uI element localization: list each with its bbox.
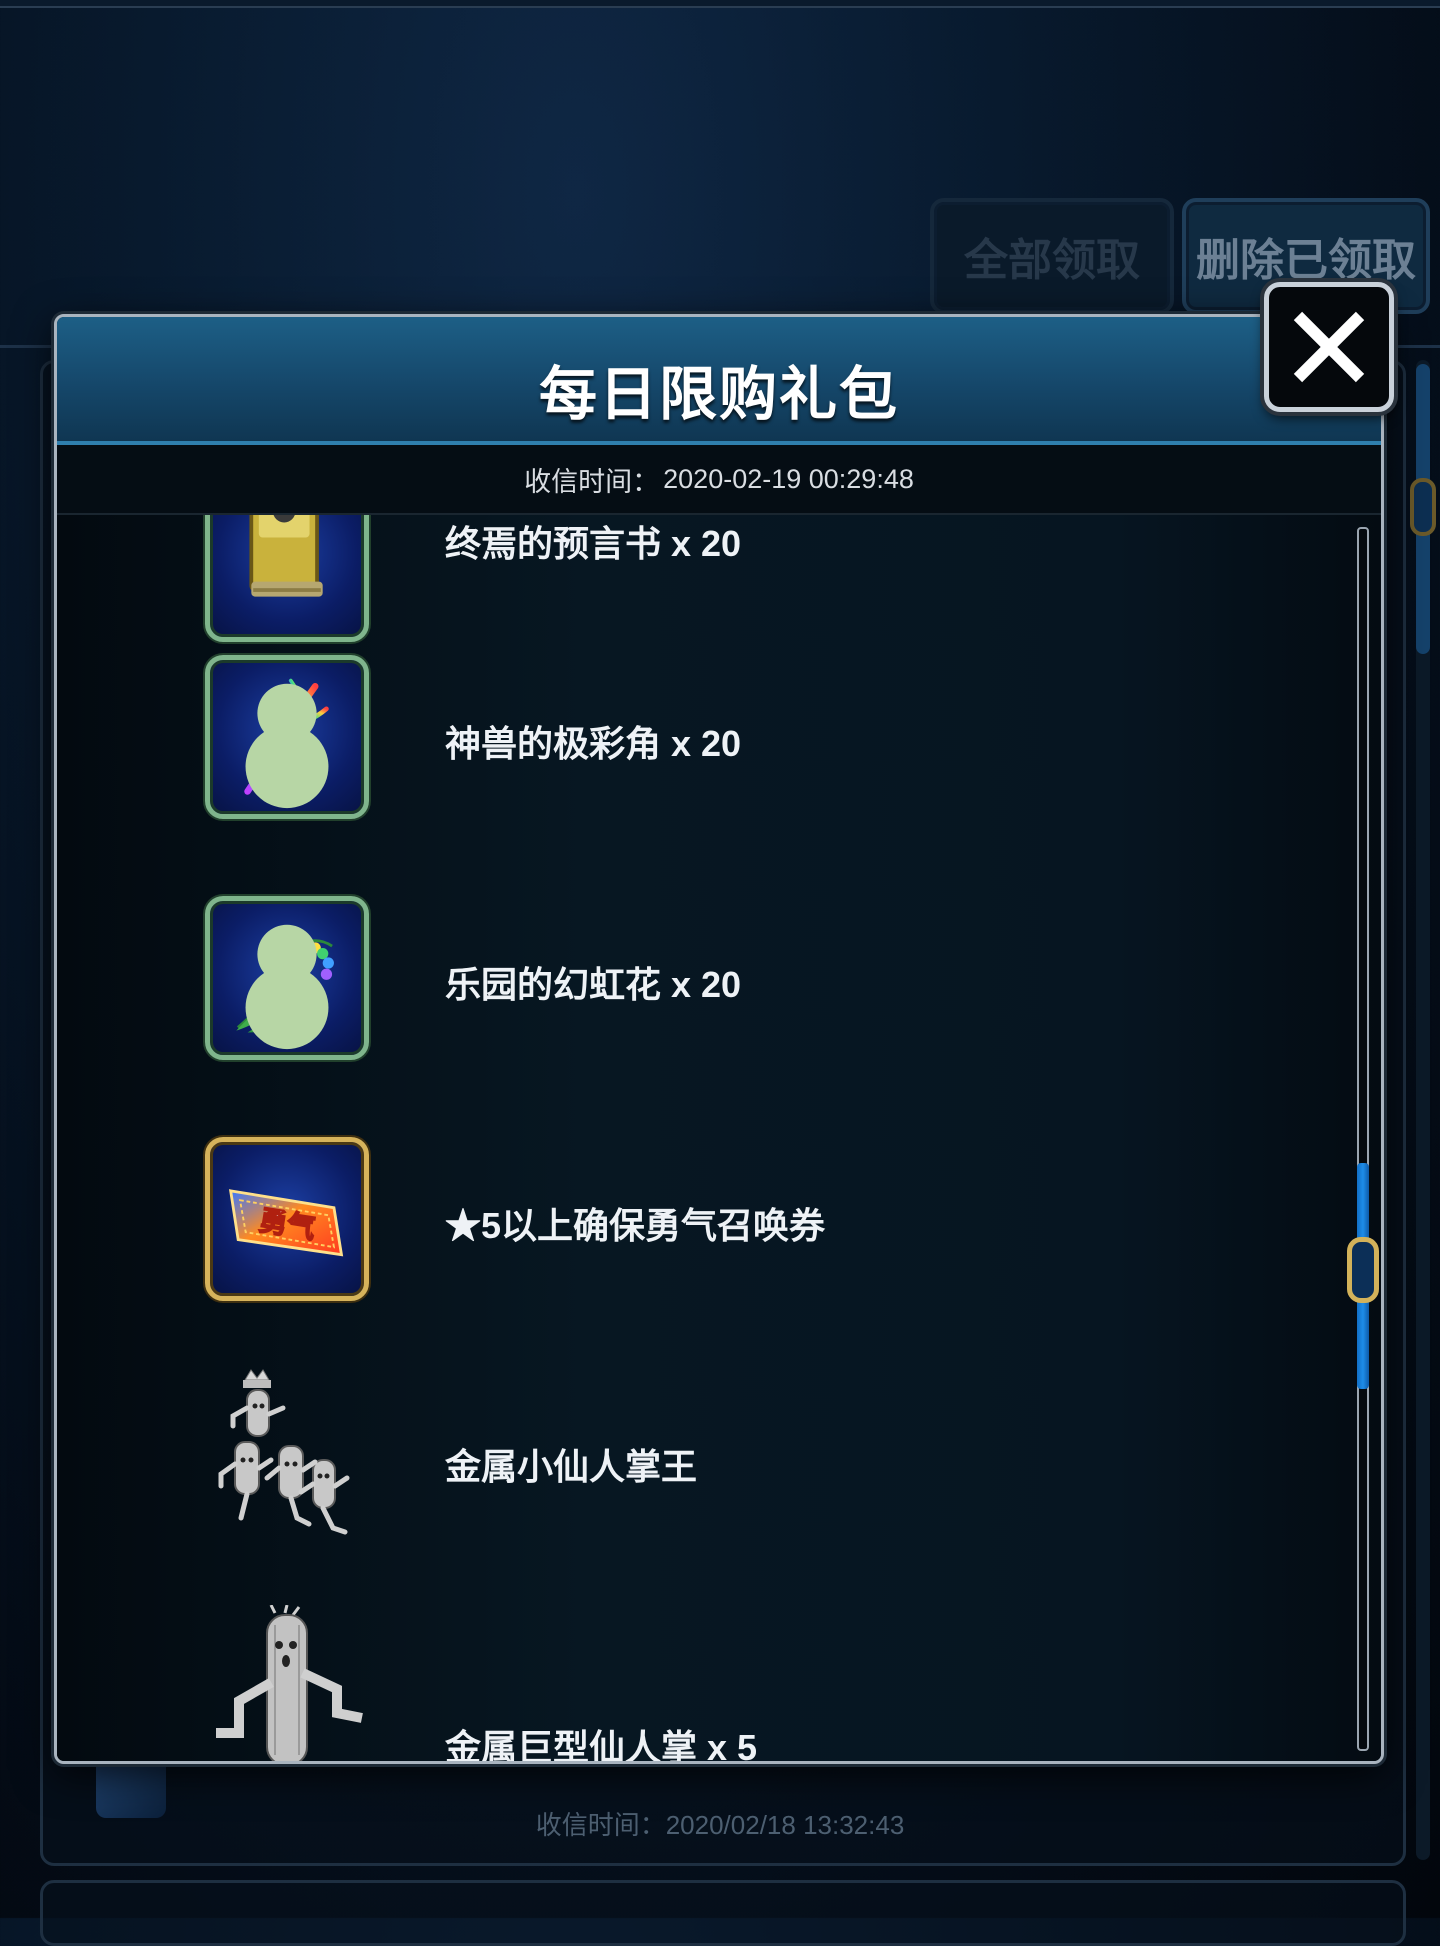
dialog-header: 每日限购礼包 [57, 317, 1381, 445]
claim-all-button[interactable]: 全部领取 [930, 198, 1174, 314]
close-x-icon [1293, 311, 1365, 383]
list-item: 乐园的幻虹花 x 20 [57, 896, 1381, 1137]
list-item: 金属巨型仙人掌 x 5 [57, 1604, 1381, 1763]
receive-time-value: 2020-02-19 00:29:48 [663, 463, 914, 494]
gourd-badge-icon [245, 683, 329, 809]
receive-time-label: 收信时间： [524, 466, 660, 497]
item-label: 金属巨型仙人掌 x 5 [445, 1727, 758, 1763]
daily-pack-dialog: 每日限购礼包 收信时间： 2020-02-19 00:29:48 终焉的预言书 … [54, 314, 1384, 1764]
item-label: 神兽的极彩角 x 20 [445, 723, 742, 764]
courage-ticket-icon: 勇气 [205, 1137, 369, 1301]
page-scrollbar-knob[interactable] [1410, 478, 1436, 536]
item-label: 金属小仙人掌王 [445, 1446, 698, 1487]
rainbow-horn-icon [205, 655, 369, 819]
dialog-scrollbar-knob[interactable] [1347, 1237, 1379, 1303]
rainbow-flower-icon [205, 896, 369, 1060]
metal-cactuar-king-icon [205, 1368, 375, 1558]
prophecy-book-icon [205, 515, 369, 642]
list-item: 勇气 ★5以上确保勇气召唤券 [57, 1137, 1381, 1378]
reward-list[interactable]: 终焉的预言书 x 20 神兽的极彩角 x 20 乐园的幻虹花 x 20 勇气 ★… [57, 515, 1381, 1763]
close-button[interactable] [1264, 282, 1394, 412]
dialog-scrollbar-track[interactable] [1357, 527, 1369, 1751]
list-item: 金属小仙人掌王 [57, 1369, 1381, 1619]
background-top-edge [0, 0, 1440, 8]
background-mail-card-next [40, 1880, 1406, 1946]
gourd-badge-icon [245, 924, 329, 1050]
list-item: 神兽的极彩角 x 20 [57, 655, 1381, 896]
receive-time-row: 收信时间： 2020-02-19 00:29:48 [57, 445, 1381, 515]
item-label: 终焉的预言书 x 20 [445, 523, 742, 564]
dialog-title: 每日限购礼包 [538, 362, 899, 427]
metal-giant-cactuar-icon [205, 1604, 385, 1761]
background-receive-time: 收信时间：2020/02/18 13:32:43 [535, 1810, 905, 1840]
item-label: 乐园的幻虹花 x 20 [445, 964, 742, 1005]
list-item: 终焉的预言书 x 20 [57, 515, 1381, 656]
item-label: ★5以上确保勇气召唤券 [445, 1205, 826, 1246]
